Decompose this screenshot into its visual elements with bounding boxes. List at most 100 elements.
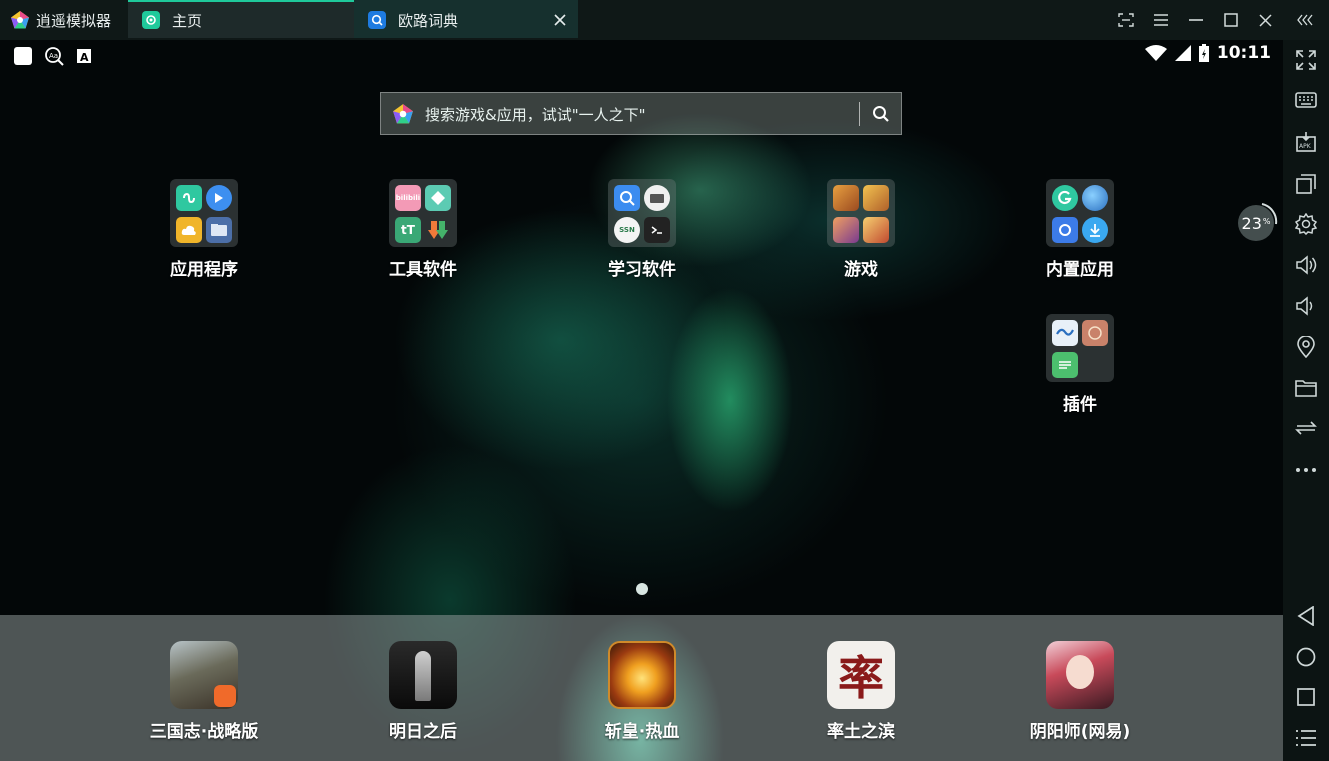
home-icon[interactable] [1292, 643, 1320, 671]
svg-text:Aa: Aa [49, 52, 58, 60]
dictionary-app-icon [368, 11, 386, 29]
settings-icon[interactable] [1292, 210, 1320, 238]
clock: 10:11 [1216, 43, 1271, 63]
game-app-icon [863, 185, 889, 211]
toutiao-icon: tT [395, 217, 421, 243]
location-icon[interactable] [1292, 333, 1320, 361]
close-window-icon[interactable] [1248, 0, 1283, 40]
volume-up-icon[interactable] [1292, 251, 1320, 279]
plugin-seal-icon [1082, 320, 1108, 346]
mingrizhihou-app-icon [389, 641, 457, 709]
menu-icon[interactable] [1143, 0, 1178, 40]
search-bar[interactable] [380, 92, 902, 136]
cloud-folder-icon [644, 185, 670, 211]
dock-app-mingrizhihou[interactable]: 明日之后 [333, 641, 513, 742]
apk-install-icon[interactable]: APK [1292, 128, 1320, 156]
dictionary-notification-icon: Aa [45, 47, 64, 66]
sync-icon[interactable] [1292, 414, 1320, 442]
app-logo-icon [11, 11, 29, 29]
folder-tools[interactable]: bilibili tT 工具软件 [353, 179, 493, 280]
game-app-icon [833, 185, 859, 211]
folder-learning[interactable]: SSN 学习软件 [572, 179, 712, 280]
app-title: 逍遥模拟器 [10, 0, 111, 40]
dock-app-label: 明日之后 [389, 722, 457, 742]
cpu-value: 23% [1238, 205, 1274, 241]
svg-text:A: A [80, 51, 89, 64]
app-name: 逍遥模拟器 [36, 11, 112, 30]
dock-app-sanguozhi[interactable]: 三国志·战略版 [114, 641, 294, 742]
folder-label: 应用程序 [170, 260, 238, 280]
cloud-download-icon [176, 217, 202, 243]
file-manager-icon [206, 217, 232, 243]
tool-app-icon [425, 185, 451, 211]
folder-preview [170, 179, 238, 247]
search-input[interactable] [423, 93, 847, 136]
plugin-wave-icon [1052, 320, 1078, 346]
close-icon[interactable] [552, 12, 568, 28]
game-app-icon [833, 217, 859, 243]
volume-down-icon[interactable] [1292, 292, 1320, 320]
tab-dictionary[interactable]: 欧路词典 [354, 0, 578, 38]
folder-preview [1046, 314, 1114, 382]
shuaituzhibin-app-icon: 率 [827, 641, 895, 709]
download-icon [1082, 217, 1108, 243]
signal-icon [1174, 45, 1191, 61]
recent-apps-icon[interactable] [1292, 683, 1320, 711]
screenshot-icon[interactable] [1108, 0, 1143, 40]
folder-preview: SSN [608, 179, 676, 247]
game-app-icon [863, 217, 889, 243]
multi-window-icon[interactable] [1292, 170, 1320, 198]
folder-icon[interactable] [1292, 374, 1320, 402]
folder-label: 工具软件 [389, 260, 457, 280]
folder-label: 插件 [1063, 395, 1097, 415]
folder-plugins[interactable]: 插件 [1010, 314, 1150, 415]
more-icon[interactable] [1292, 456, 1320, 484]
app-store-logo-icon [393, 104, 413, 124]
folder-games[interactable]: 游戏 [791, 179, 931, 280]
keyboard-a-icon: A [77, 49, 91, 64]
video-player-icon [206, 185, 232, 211]
window-controls [1108, 0, 1329, 40]
cpu-usage-indicator[interactable]: 23% [1238, 203, 1278, 245]
plugin-notes-icon [1052, 352, 1078, 378]
tab-label: 欧路词典 [398, 11, 459, 30]
menu-icon[interactable] [1292, 724, 1320, 752]
keyboard-icon[interactable] [1292, 86, 1320, 114]
maximize-icon[interactable] [1213, 0, 1248, 40]
back-icon[interactable] [1292, 602, 1320, 630]
google-g-icon [1052, 185, 1078, 211]
sanguozhi-app-icon [170, 641, 238, 709]
folder-label: 学习软件 [608, 260, 676, 280]
terminal-icon [644, 217, 670, 243]
folder-label: 游戏 [844, 260, 878, 280]
folder-apps[interactable]: 应用程序 [134, 179, 274, 280]
ssn-icon: SSN [614, 217, 640, 243]
notification-square-icon [14, 47, 32, 65]
search-divider [859, 102, 860, 126]
dock-app-shuaituzhibin[interactable]: 率 率土之滨 [771, 641, 951, 742]
dock: 三国志·战略版 明日之后 斩皇·热血 率 率土之滨 阴阳师(网易) [0, 615, 1283, 761]
collapse-sidebar-icon[interactable] [1283, 0, 1329, 40]
svg-text:APK: APK [1299, 143, 1312, 150]
folder-label: 内置应用 [1046, 260, 1114, 280]
download-arrows-icon [425, 217, 451, 243]
dock-app-yinyangshi[interactable]: 阴阳师(网易) [990, 641, 1170, 742]
dock-app-label: 率土之滨 [827, 722, 895, 742]
dock-app-label: 阴阳师(网易) [1029, 722, 1131, 742]
android-screen: Aa A 10:11 应用程 [0, 40, 1283, 761]
dock-app-label: 三国志·战略版 [149, 722, 259, 742]
minimize-icon[interactable] [1178, 0, 1213, 40]
browser-globe-icon [1082, 185, 1108, 211]
fullscreen-icon[interactable] [1292, 46, 1320, 74]
emulator-toolbar: APK [1283, 40, 1329, 761]
home-tab-icon [142, 11, 160, 29]
search-icon[interactable] [867, 101, 895, 127]
infinity-app-icon [176, 185, 202, 211]
title-bar: 逍遥模拟器 主页 欧路词典 [0, 0, 1329, 40]
bilibili-icon: bilibili [395, 185, 421, 211]
tab-home[interactable]: 主页 [128, 0, 354, 38]
dock-app-label: 斩皇·热血 [604, 722, 680, 742]
folder-builtin[interactable]: 内置应用 [1010, 179, 1150, 280]
dictionary-icon [614, 185, 640, 211]
dock-app-zhanhuang[interactable]: 斩皇·热血 [552, 641, 732, 742]
